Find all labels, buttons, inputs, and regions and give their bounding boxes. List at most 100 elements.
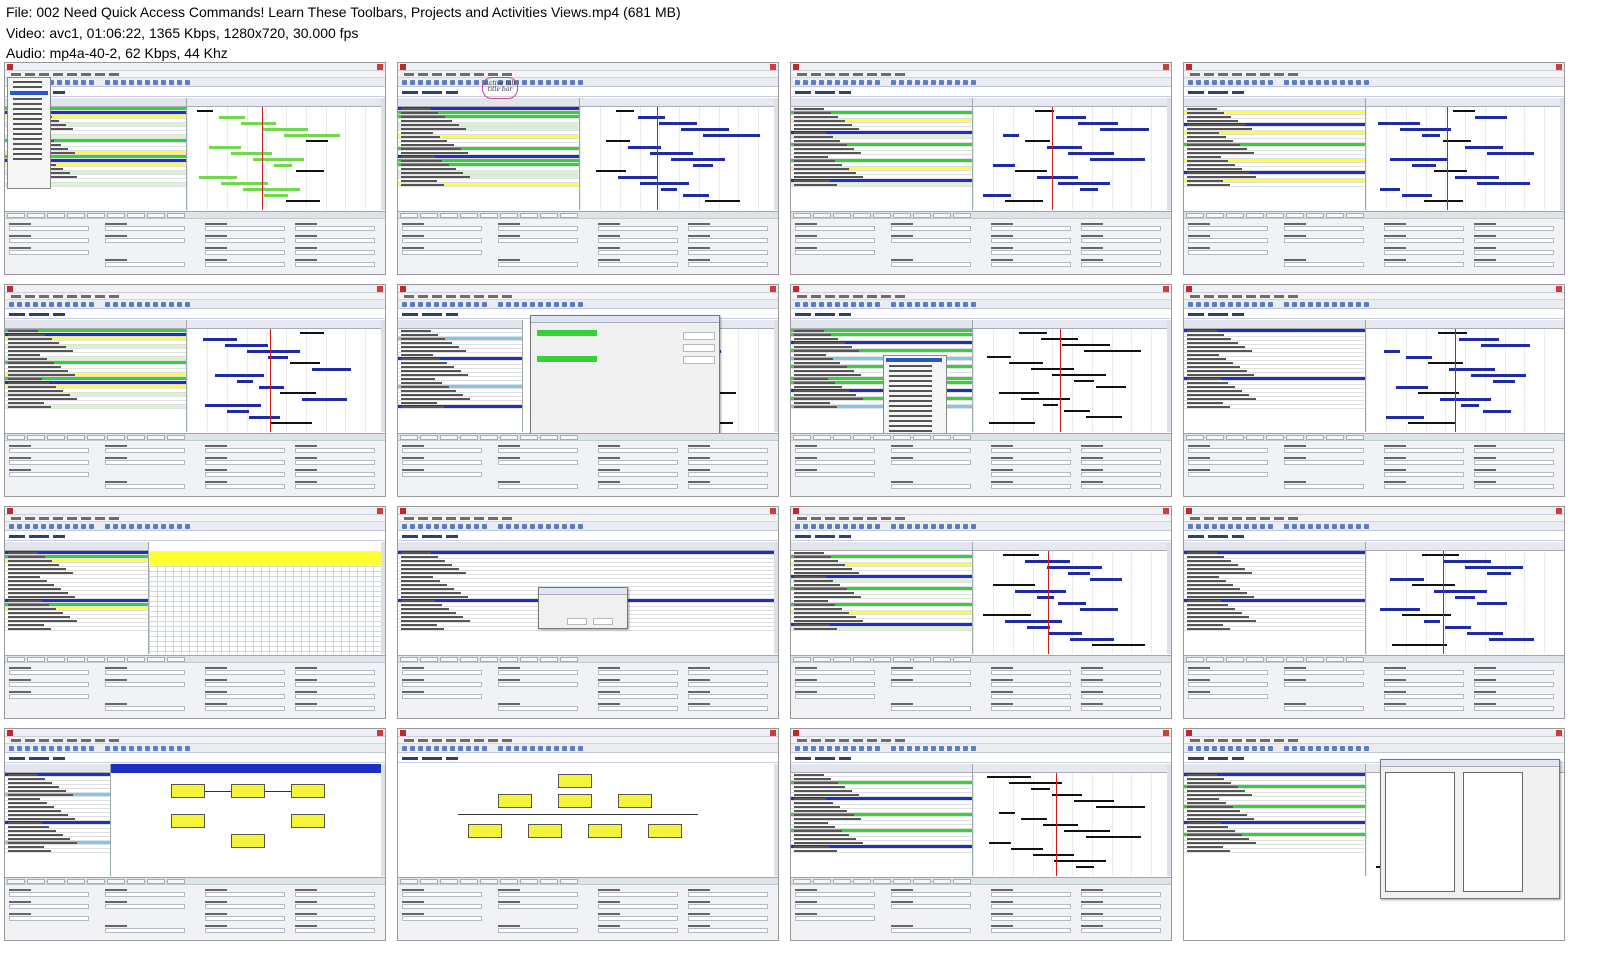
view-tab[interactable]: [402, 313, 418, 316]
toolbar-button-icon[interactable]: [402, 80, 407, 85]
toolbar-button-icon[interactable]: [474, 80, 479, 85]
toolbar-button-icon[interactable]: [947, 746, 952, 751]
input-field[interactable]: [891, 670, 971, 675]
input-field[interactable]: [402, 670, 482, 675]
toolbar-button-icon[interactable]: [450, 524, 455, 529]
input-field[interactable]: [991, 670, 1071, 675]
view-tab[interactable]: [402, 535, 418, 538]
menu-item[interactable]: [1232, 73, 1242, 76]
input-field[interactable]: [1188, 226, 1268, 231]
input-field[interactable]: [105, 448, 185, 453]
toolbar-button-icon[interactable]: [498, 746, 503, 751]
input-field[interactable]: [9, 226, 89, 231]
toolbar-button-icon[interactable]: [426, 302, 431, 307]
input-field[interactable]: [795, 238, 875, 243]
details-tab[interactable]: [107, 213, 125, 218]
toolbar-button-icon[interactable]: [907, 524, 912, 529]
menu-item[interactable]: [53, 73, 63, 76]
toolbar-button-icon[interactable]: [466, 302, 471, 307]
input-field[interactable]: [795, 682, 875, 687]
input-field[interactable]: [402, 916, 482, 921]
toolbar-button-icon[interactable]: [1308, 524, 1313, 529]
details-tab[interactable]: [127, 435, 145, 440]
menu-item[interactable]: [25, 739, 35, 742]
view-tab[interactable]: [9, 757, 25, 760]
view-tab[interactable]: [795, 91, 811, 94]
toolbar-button-icon[interactable]: [530, 746, 535, 751]
toolbar-button-icon[interactable]: [426, 80, 431, 85]
toolbar-button-icon[interactable]: [442, 80, 447, 85]
details-tab[interactable]: [27, 435, 45, 440]
menu-item[interactable]: [432, 73, 442, 76]
details-tab[interactable]: [560, 435, 578, 440]
toolbar-button-icon[interactable]: [1244, 80, 1249, 85]
toolbar-button-icon[interactable]: [450, 746, 455, 751]
details-tab[interactable]: [953, 435, 971, 440]
input-field[interactable]: [688, 448, 768, 453]
details-tab[interactable]: [560, 657, 578, 662]
input-field[interactable]: [598, 238, 678, 243]
vertical-scrollbar[interactable]: [1167, 764, 1171, 876]
toolbar-button-icon[interactable]: [578, 80, 583, 85]
toolbar-button-icon[interactable]: [65, 302, 70, 307]
input-field[interactable]: [105, 904, 185, 909]
input-field[interactable]: [891, 928, 971, 933]
details-tab[interactable]: [147, 213, 165, 218]
toolbar-button-icon[interactable]: [819, 524, 824, 529]
vertical-scrollbar[interactable]: [381, 764, 385, 876]
menu-item[interactable]: [25, 517, 35, 520]
input-field[interactable]: [1081, 916, 1161, 921]
input-field[interactable]: [295, 472, 375, 477]
input-field[interactable]: [1284, 238, 1364, 243]
menu-item[interactable]: [881, 517, 891, 520]
toolbar-button-icon[interactable]: [931, 80, 936, 85]
view-tab[interactable]: [1208, 535, 1228, 538]
details-tab[interactable]: [67, 435, 85, 440]
toolbar-button-icon[interactable]: [1244, 746, 1249, 751]
details-tab[interactable]: [47, 213, 65, 218]
menu-item[interactable]: [53, 517, 63, 520]
toolbar-button-icon[interactable]: [1364, 80, 1369, 85]
input-field[interactable]: [205, 460, 285, 465]
details-tab[interactable]: [813, 435, 831, 440]
toolbar-button-icon[interactable]: [89, 80, 94, 85]
input-field[interactable]: [795, 460, 875, 465]
toolbar-button-icon[interactable]: [1212, 524, 1217, 529]
input-field[interactable]: [9, 670, 89, 675]
details-tab[interactable]: [67, 213, 85, 218]
input-field[interactable]: [991, 694, 1071, 699]
details-tab[interactable]: [1246, 657, 1264, 662]
menu-item[interactable]: [39, 73, 49, 76]
input-field[interactable]: [795, 670, 875, 675]
details-tab[interactable]: [7, 213, 25, 218]
input-field[interactable]: [205, 682, 285, 687]
view-tab[interactable]: [1188, 757, 1204, 760]
input-field[interactable]: [598, 928, 678, 933]
toolbar-button-icon[interactable]: [474, 746, 479, 751]
menu-item[interactable]: [39, 517, 49, 520]
menu-item[interactable]: [1274, 295, 1284, 298]
input-field[interactable]: [1081, 448, 1161, 453]
input-field[interactable]: [1284, 484, 1364, 489]
details-tab[interactable]: [853, 657, 871, 662]
details-tab[interactable]: [1286, 435, 1304, 440]
view-tab[interactable]: [1208, 91, 1228, 94]
input-field[interactable]: [795, 694, 875, 699]
menu-item[interactable]: [867, 73, 877, 76]
toolbar-button-icon[interactable]: [1316, 524, 1321, 529]
toolbar-button-icon[interactable]: [530, 524, 535, 529]
toolbar-button-icon[interactable]: [121, 80, 126, 85]
table-row[interactable]: [1184, 849, 1366, 853]
input-field[interactable]: [205, 916, 285, 921]
menu-item[interactable]: [867, 517, 877, 520]
input-field[interactable]: [891, 484, 971, 489]
toolbar-button-icon[interactable]: [1332, 302, 1337, 307]
toolbar-button-icon[interactable]: [1196, 524, 1201, 529]
input-field[interactable]: [1474, 670, 1554, 675]
details-tab[interactable]: [813, 879, 831, 884]
toolbar-button-icon[interactable]: [899, 524, 904, 529]
menu-item[interactable]: [811, 739, 821, 742]
table-row[interactable]: [398, 405, 523, 409]
vertical-scrollbar[interactable]: [1167, 542, 1171, 654]
details-tab[interactable]: [540, 213, 558, 218]
